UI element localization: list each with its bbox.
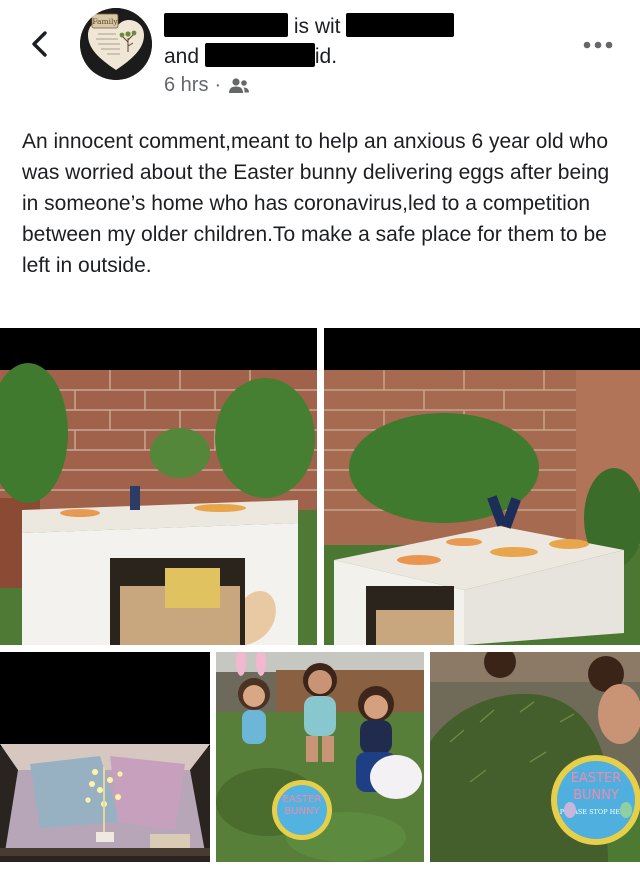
more-options-button[interactable] bbox=[580, 36, 616, 54]
post-text: An innocent comment,meant to help an anx… bbox=[22, 130, 610, 277]
post-timestamp[interactable]: 6 hrs bbox=[164, 74, 208, 97]
photo-children-sign[interactable]: EASTER BUNNY bbox=[216, 652, 424, 862]
redacted-tagged-name-2[interactable] bbox=[204, 43, 315, 67]
back-button[interactable] bbox=[22, 26, 58, 62]
photo-tent-lights[interactable] bbox=[0, 652, 210, 862]
sign-easter-text: EASTER bbox=[283, 794, 322, 805]
post-header: Family is wit and id. 6 hrs · bbox=[0, 0, 640, 112]
author-avatar[interactable]: Family bbox=[80, 8, 152, 80]
avatar-badge-text: Family bbox=[92, 17, 118, 26]
meta-separator: · bbox=[214, 74, 222, 96]
friends-icon bbox=[229, 77, 250, 93]
tagged-suffix-fragment: id. bbox=[314, 45, 338, 68]
photo-grass-mound-sign[interactable]: EASTER BUNNY PLEASE STOP HERE! bbox=[430, 652, 640, 862]
author-with-fragment: is wit bbox=[293, 15, 341, 38]
redacted-tagged-name-1[interactable] bbox=[346, 13, 455, 37]
chevron-left-icon bbox=[32, 31, 47, 57]
sign-bunny-text-2: BUNNY bbox=[573, 788, 619, 803]
photo-box-angled[interactable] bbox=[324, 328, 640, 645]
and-label: and bbox=[164, 45, 200, 68]
sign-easter-text-2: EASTER bbox=[571, 771, 622, 786]
author-line: is wit and id. bbox=[164, 12, 544, 72]
photo-box-front[interactable] bbox=[0, 328, 317, 645]
more-dots-icon bbox=[583, 41, 613, 49]
post-meta: 6 hrs · bbox=[164, 74, 251, 97]
redacted-author-name[interactable] bbox=[164, 13, 288, 37]
sign-bunny-text: BUNNY bbox=[284, 806, 320, 817]
